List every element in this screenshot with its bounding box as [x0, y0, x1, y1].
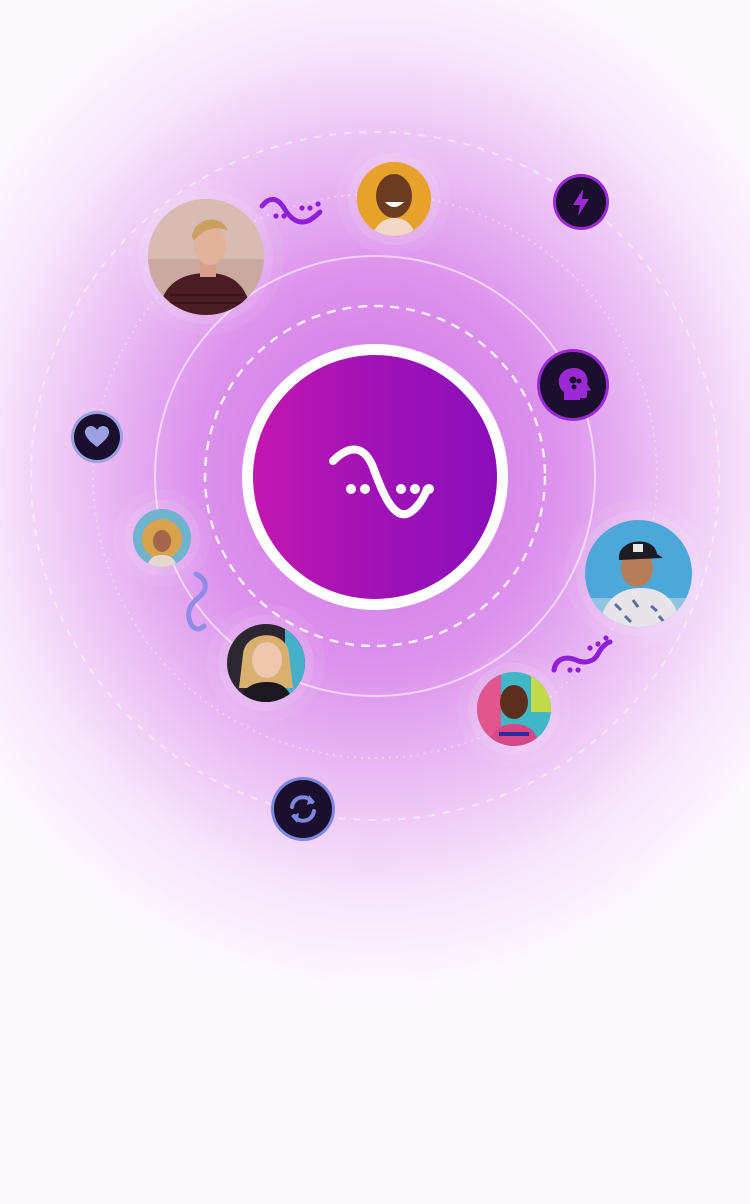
logo-circle	[253, 355, 497, 599]
refresh-badge[interactable]	[274, 780, 332, 838]
lightning-icon	[573, 189, 589, 216]
heart-badge[interactable]	[74, 414, 120, 460]
brain-badge[interactable]	[540, 352, 606, 418]
avatar-man-colorful-shirt[interactable]	[477, 672, 551, 746]
avatar-man-sweater[interactable]	[148, 199, 264, 315]
lightning-badge[interactable]	[556, 177, 606, 227]
wave-decoration-top	[259, 197, 323, 225]
brain-head-icon	[558, 367, 591, 400]
avatar-woman-curly-hair[interactable]	[133, 509, 191, 567]
orbit-scene	[0, 0, 750, 1204]
avatar-woman-laughing[interactable]	[357, 162, 431, 236]
refresh-icon	[290, 795, 316, 823]
avatar-woman-blonde[interactable]	[227, 624, 305, 702]
wave-decoration-right	[551, 635, 613, 673]
avatar-man-cap[interactable]	[585, 520, 692, 627]
wave-decoration-left	[186, 571, 208, 632]
wave-logo-icon	[329, 445, 434, 519]
heart-icon	[85, 426, 109, 447]
app-logo-hub[interactable]	[242, 344, 508, 610]
